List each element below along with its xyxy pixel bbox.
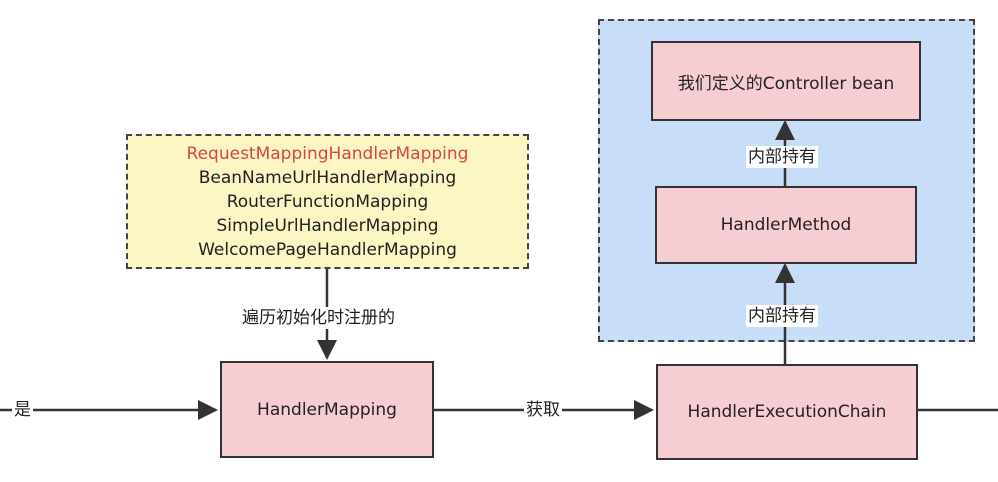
edge-label-holds-1: 内部持有 xyxy=(746,305,818,327)
node-controller-bean: 我们定义的Controller bean xyxy=(651,41,921,121)
mapping-item-beanname: BeanNameUrlHandlerMapping xyxy=(198,167,457,188)
mapping-item-welcomepage: WelcomePageHandlerMapping xyxy=(198,239,457,260)
mapping-item-simpleurl: SimpleUrlHandlerMapping xyxy=(216,215,439,236)
mapping-item-request: RequestMappingHandlerMapping xyxy=(186,143,469,164)
diagram-canvas: RequestMappingHandlerMapping BeanNameUrl… xyxy=(0,0,998,482)
mapping-item-router: RouterFunctionMapping xyxy=(226,191,429,212)
edge-label-obtain: 获取 xyxy=(524,399,562,421)
node-handler-execution-chain: HandlerExecutionChain xyxy=(656,364,918,460)
edge-label-yes: 是 xyxy=(12,399,33,421)
node-handler-method: HandlerMethod xyxy=(655,186,917,264)
node-handler-mapping: HandlerMapping xyxy=(220,361,434,458)
handler-mapping-impl-list: RequestMappingHandlerMapping BeanNameUrl… xyxy=(126,134,529,269)
edge-label-holds-2: 内部持有 xyxy=(746,146,818,168)
edge-label-registered: 遍历初始化时注册的 xyxy=(240,307,397,329)
